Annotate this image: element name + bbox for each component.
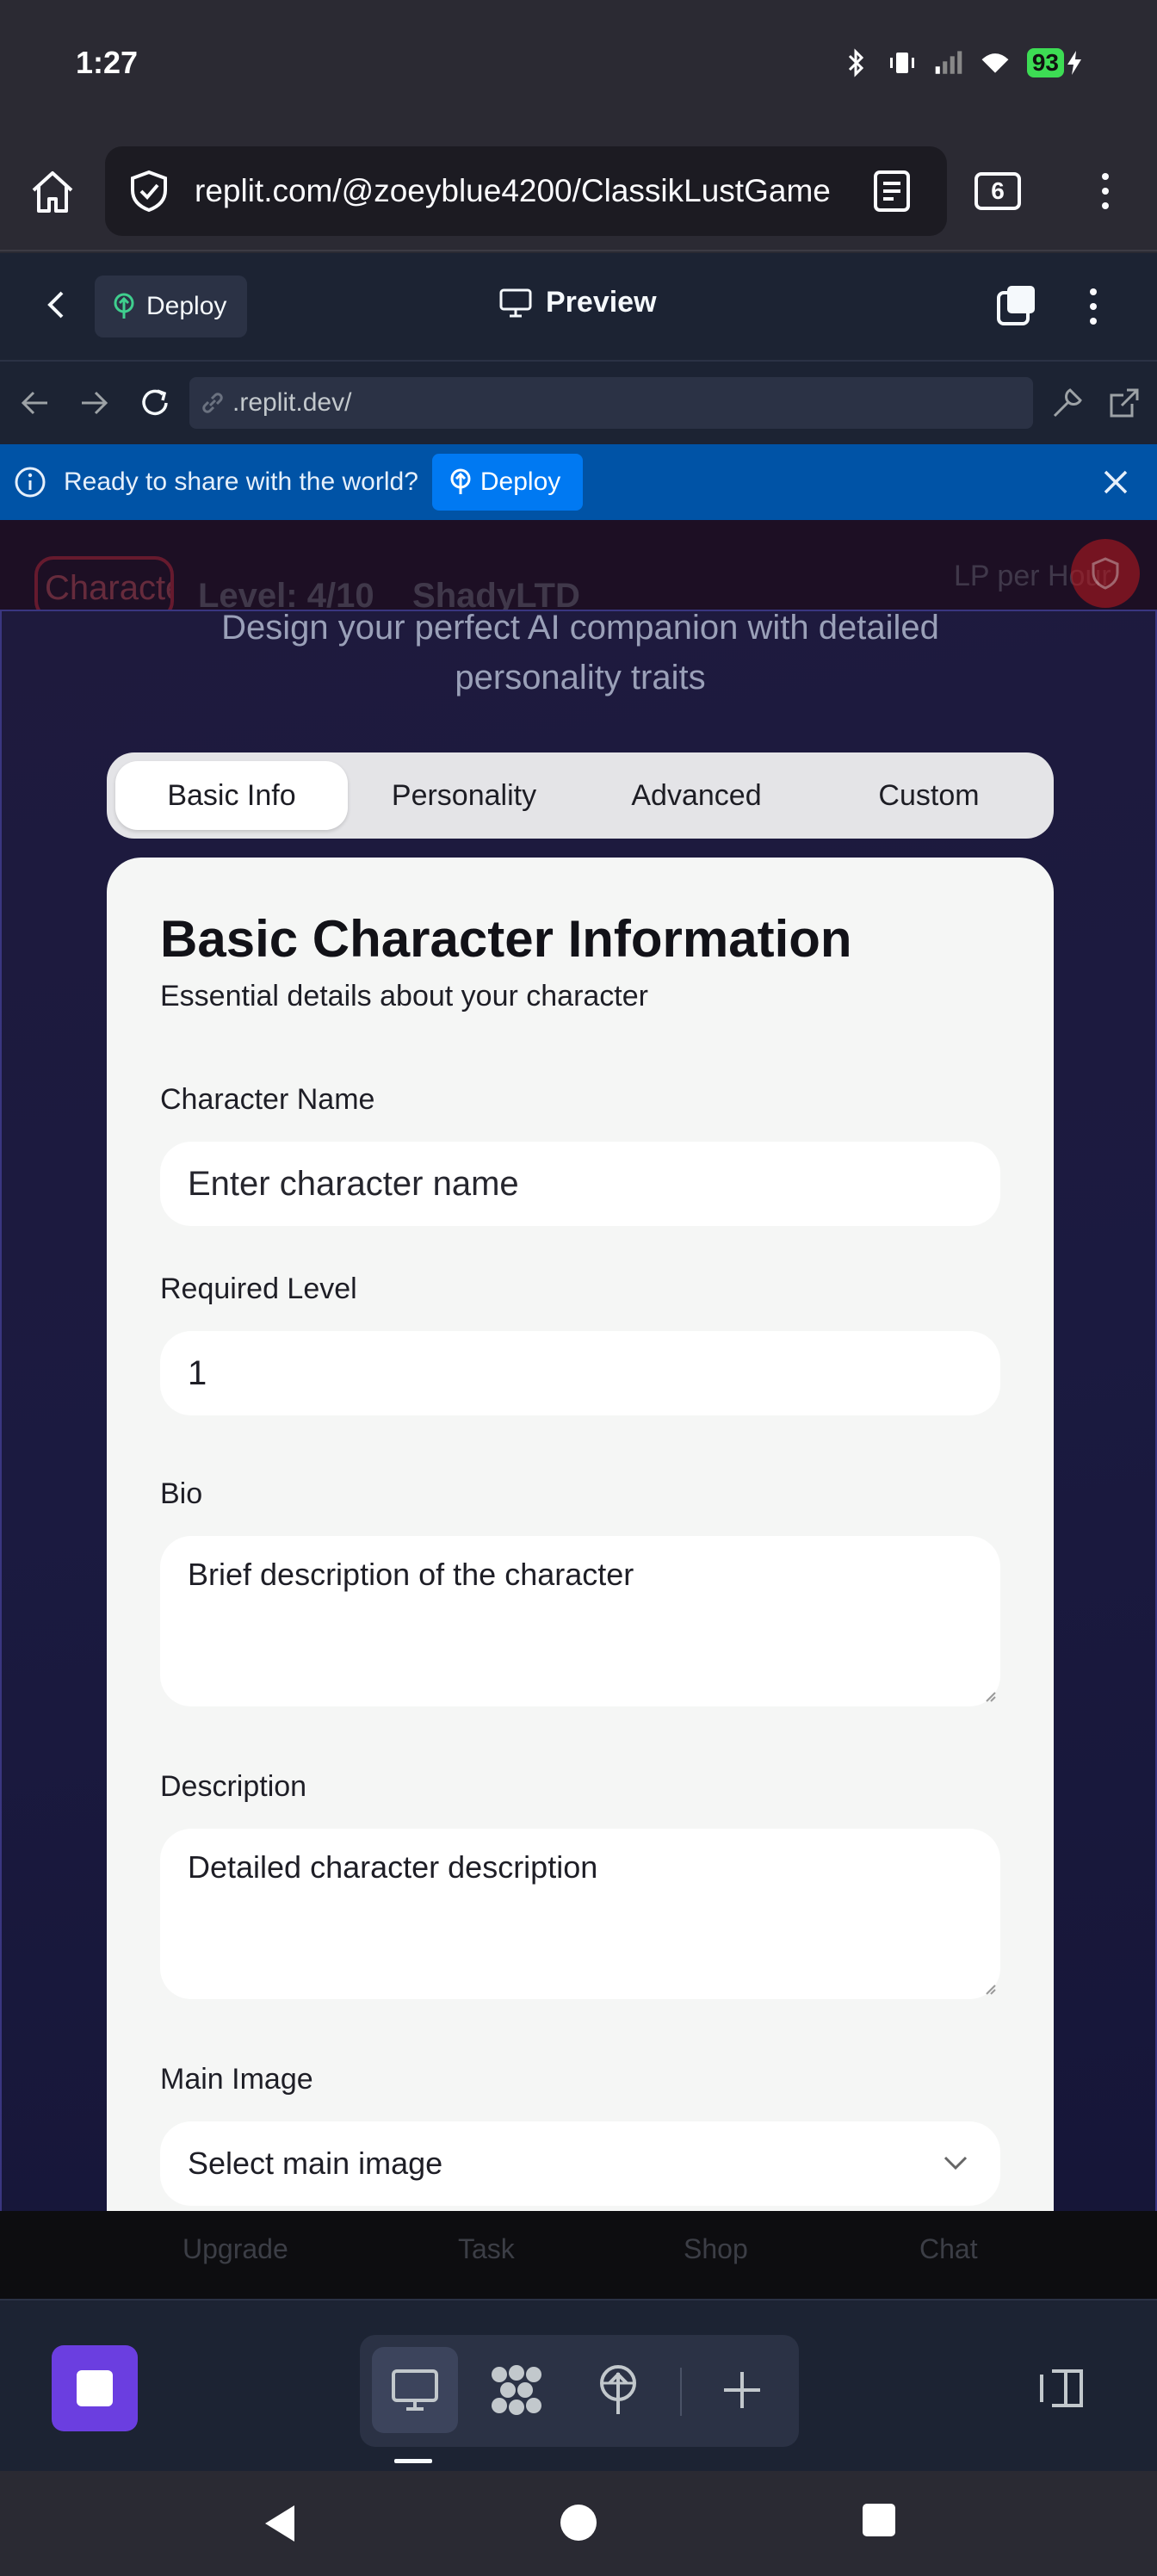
add-tool-button[interactable] xyxy=(699,2347,785,2433)
deploy-button[interactable]: Deploy xyxy=(95,276,248,337)
workspace-tool-button[interactable] xyxy=(473,2347,560,2433)
battery-indicator: 93 xyxy=(1026,48,1083,77)
external-link-icon[interactable] xyxy=(1105,384,1143,422)
banner-deploy-button[interactable]: Deploy xyxy=(431,454,584,511)
card-title: Basic Character Information xyxy=(160,910,852,968)
browser-toolbar: replit.com/@zoeyblue4200/ClassikLustGame… xyxy=(0,129,1157,251)
status-time: 1:27 xyxy=(76,45,139,80)
nav-task[interactable]: Task xyxy=(458,2233,515,2265)
description-textarea[interactable]: Detailed character description xyxy=(160,1829,1000,1999)
description-label: Description xyxy=(160,1770,307,1803)
tool-divider xyxy=(680,2368,682,2416)
bluetooth-icon xyxy=(841,48,870,77)
link-icon xyxy=(202,393,223,413)
stop-button[interactable] xyxy=(52,2345,138,2431)
app-bottom-nav: Upgrade Task Shop Chat xyxy=(0,2211,1157,2299)
active-tool-indicator xyxy=(394,2459,432,2463)
reload-icon[interactable] xyxy=(136,384,174,422)
monitor-icon xyxy=(392,2369,438,2411)
character-creator-modal: Design your perfect AI companion with de… xyxy=(0,610,1157,2213)
required-level-input[interactable]: 1 xyxy=(160,1331,1000,1415)
shield-badge-icon[interactable] xyxy=(1071,539,1140,608)
tabs-icon[interactable] xyxy=(995,284,1038,327)
status-icons: 93 xyxy=(841,48,1083,77)
battery-level: 93 xyxy=(1026,48,1064,77)
creator-subtitle: Design your perfect AI companion with de… xyxy=(2,610,1155,703)
android-nav-bar xyxy=(0,2471,1157,2576)
resize-handle-icon[interactable] xyxy=(983,1982,997,1996)
tab-basic-info[interactable]: Basic Info xyxy=(115,761,348,830)
reader-icon[interactable] xyxy=(869,169,914,214)
charging-icon xyxy=(1067,51,1081,75)
webview-url-field[interactable]: .replit.dev/ xyxy=(189,377,1033,429)
replit-bottom-toolbar xyxy=(0,2299,1157,2471)
banner-deploy-label: Deploy xyxy=(480,468,561,496)
webview-url-text: .replit.dev/ xyxy=(232,388,352,417)
webview-nav-row: .replit.dev/ xyxy=(0,362,1157,444)
home-icon[interactable] xyxy=(24,164,81,220)
basic-info-card: Basic Character Information Essential de… xyxy=(107,858,1054,2211)
android-back-icon[interactable] xyxy=(260,2502,298,2545)
replit-header: Deploy Preview xyxy=(0,253,1157,362)
description-placeholder: Detailed character description xyxy=(188,1849,598,1885)
more-vert-icon[interactable] xyxy=(1088,165,1123,217)
monitor-icon xyxy=(499,288,532,317)
layout-icon[interactable] xyxy=(1036,2362,1088,2414)
close-icon[interactable] xyxy=(1098,465,1133,499)
wrench-icon[interactable] xyxy=(1049,384,1086,422)
character-name-label: Character Name xyxy=(160,1083,375,1116)
deploy-label: Deploy xyxy=(146,292,227,320)
android-home-icon[interactable] xyxy=(558,2502,599,2543)
bio-textarea[interactable]: Brief description of the character xyxy=(160,1536,1000,1706)
preview-tool-button[interactable] xyxy=(372,2347,458,2433)
resize-handle-icon[interactable] xyxy=(983,1689,997,1703)
address-bar[interactable]: replit.com/@zoeyblue4200/ClassikLustGame xyxy=(105,146,947,236)
apps-icon xyxy=(492,2365,541,2415)
info-icon xyxy=(15,467,46,498)
plus-icon xyxy=(724,2372,760,2408)
vibrate-icon xyxy=(888,48,917,77)
main-image-selected: Select main image xyxy=(188,2146,443,2181)
forward-arrow-icon[interactable] xyxy=(76,384,114,422)
app-viewport: Character Level: 4/10 ShadyLTD LP per Ho… xyxy=(0,520,1157,2299)
android-recents-icon[interactable] xyxy=(861,2502,897,2538)
tab-counter-button[interactable]: 6 xyxy=(974,172,1021,210)
back-arrow-icon[interactable] xyxy=(15,384,53,422)
signal-icon xyxy=(934,48,963,77)
tool-group xyxy=(360,2335,799,2447)
preview-label: Preview xyxy=(546,286,657,319)
tab-advanced[interactable]: Advanced xyxy=(580,761,813,830)
back-chevron-icon[interactable] xyxy=(40,288,74,322)
more-vert-icon[interactable] xyxy=(1076,281,1111,332)
nav-shop[interactable]: Shop xyxy=(684,2233,748,2265)
banner-text: Ready to share with the world? xyxy=(64,468,418,496)
wifi-icon xyxy=(981,48,1010,77)
deploy-icon xyxy=(600,2365,636,2414)
url-text[interactable]: replit.com/@zoeyblue4200/ClassikLustGame xyxy=(195,173,849,209)
deploy-icon xyxy=(114,293,134,319)
app-header: Character Level: 4/10 ShadyLTD LP per Ho… xyxy=(0,520,1157,620)
card-subtitle: Essential details about your character xyxy=(160,980,648,1012)
bio-placeholder: Brief description of the character xyxy=(188,1557,634,1592)
deploy-icon xyxy=(450,468,471,494)
main-image-select[interactable]: Select main image xyxy=(160,2121,1000,2206)
creator-tabs: Basic Info Personality Advanced Custom xyxy=(107,752,1054,839)
chevron-down-icon xyxy=(944,2156,968,2170)
status-bar: 1:27 93 xyxy=(0,0,1157,129)
creator-subtitle-line2: personality traits xyxy=(455,659,706,697)
tab-personality[interactable]: Personality xyxy=(348,761,580,830)
required-level-label: Required Level xyxy=(160,1273,357,1305)
main-image-label: Main Image xyxy=(160,2063,313,2096)
deploy-banner: Ready to share with the world? Deploy xyxy=(0,444,1157,520)
nav-upgrade[interactable]: Upgrade xyxy=(183,2233,288,2265)
deploy-tool-button[interactable] xyxy=(575,2347,661,2433)
bio-label: Bio xyxy=(160,1477,203,1510)
shield-check-icon[interactable] xyxy=(127,170,170,213)
creator-subtitle-line1: Design your perfect AI companion with de… xyxy=(221,610,939,647)
stop-icon xyxy=(77,2370,113,2406)
nav-chat[interactable]: Chat xyxy=(919,2233,978,2265)
tab-custom[interactable]: Custom xyxy=(813,761,1045,830)
preview-title[interactable]: Preview xyxy=(499,286,657,319)
character-name-input[interactable]: Enter character name xyxy=(160,1142,1000,1226)
